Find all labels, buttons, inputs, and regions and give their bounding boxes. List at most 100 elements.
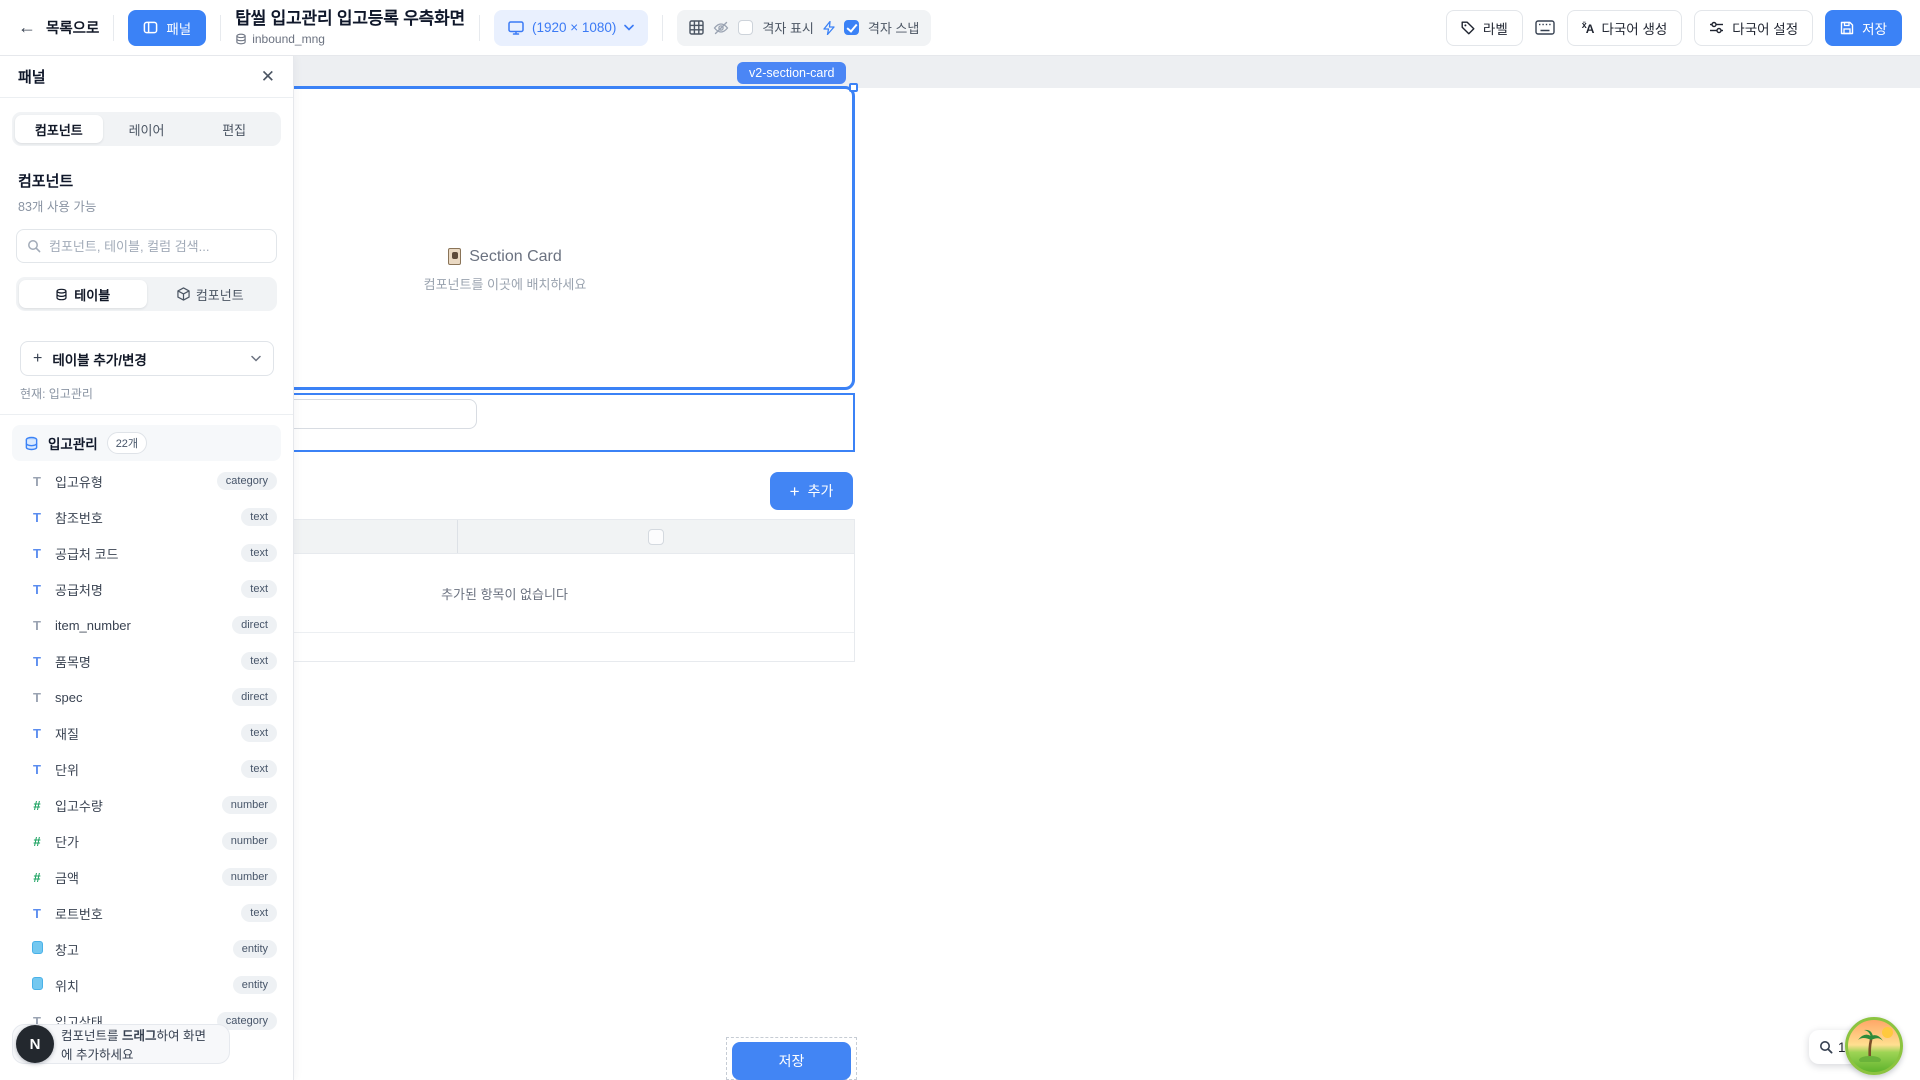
list-item-field[interactable]: T 공급처명 text xyxy=(0,571,293,607)
field-type-icon: T xyxy=(30,546,44,561)
add-change-table-dropdown[interactable]: + 테이블 추가/변경 xyxy=(20,341,274,376)
top-toolbar: ← 목록으로 패널 탑씰 입고관리 입고등록 우측화면 xyxy=(0,0,1920,56)
list-item-field[interactable]: T 단위 text xyxy=(0,751,293,787)
field-type-icon: T xyxy=(30,762,44,777)
list-item-field[interactable]: T 재질 text xyxy=(0,715,293,751)
field-type-badge: text xyxy=(241,904,277,922)
box-icon xyxy=(177,287,190,301)
field-type-icon: T xyxy=(30,654,44,669)
list-item-field[interactable]: # 단가 number xyxy=(0,823,293,859)
eye-off-icon xyxy=(713,21,729,35)
list-item-field[interactable]: 위치 entity xyxy=(0,967,293,1003)
field-type-badge: number xyxy=(222,868,277,886)
list-item-field[interactable]: T 로트번호 text xyxy=(0,895,293,931)
select-all-checkbox[interactable] xyxy=(648,529,664,545)
divider xyxy=(662,15,663,41)
canvas-save-button[interactable]: 저장 xyxy=(732,1042,851,1080)
field-type-icon: T xyxy=(30,690,44,705)
tab-edit[interactable]: 편집 xyxy=(190,115,278,143)
section-card-title: Section Card xyxy=(469,248,562,266)
chevron-down-icon xyxy=(251,355,261,362)
screen-designer-app: v2-section-card Section Card 컴포넌트를 이곳에 배… xyxy=(0,0,1920,1080)
field-label: 위치 xyxy=(55,976,79,995)
list-item-field[interactable]: 창고 entity xyxy=(0,931,293,967)
list-item-field[interactable]: T item_number direct xyxy=(0,607,293,643)
i18n-generate-label: 다국어 생성 xyxy=(1601,18,1667,38)
list-item-field[interactable]: T 품목명 text xyxy=(0,643,293,679)
field-type-badge: text xyxy=(241,652,277,670)
add-item-button[interactable]: + 추가 xyxy=(770,472,853,510)
field-type-icon: T xyxy=(30,582,44,597)
grid-snap-checkbox[interactable] xyxy=(844,20,859,35)
translate-icon: x̄A xyxy=(1582,20,1594,36)
i18n-generate-button[interactable]: x̄A 다국어 생성 xyxy=(1567,10,1683,46)
grid-show-checkbox[interactable] xyxy=(738,20,753,35)
selection-tag: v2-section-card xyxy=(737,62,846,84)
save-button-selection-outline: 저장 xyxy=(726,1037,857,1080)
field-type-icon: # xyxy=(30,870,44,885)
field-label: 단가 xyxy=(55,832,79,851)
components-section-title: 컴포넌트 xyxy=(18,170,275,191)
page-title: 탑씰 입고관리 입고등록 우측화면 xyxy=(235,9,465,29)
panel-toggle-button[interactable]: 패널 xyxy=(128,10,206,46)
close-icon[interactable]: ✕ xyxy=(261,68,275,85)
component-search[interactable] xyxy=(16,229,277,263)
list-item-field[interactable]: T 참조번호 text xyxy=(0,499,293,535)
resolution-selector[interactable]: (1920 × 1080) xyxy=(494,10,648,46)
field-list: T 입고유형 category T 참조번호 text T 공급처 코드 tex… xyxy=(0,463,293,1039)
field-label: 금액 xyxy=(55,868,79,887)
search-input[interactable] xyxy=(49,239,266,254)
i18n-settings-button[interactable]: 다국어 설정 xyxy=(1694,10,1813,46)
tab-layers[interactable]: 레이어 xyxy=(103,115,191,143)
save-button[interactable]: 저장 xyxy=(1825,10,1902,46)
field-type-badge: direct xyxy=(232,616,277,634)
field-type-icon: # xyxy=(30,798,44,813)
source-tab-components[interactable]: 컴포넌트 xyxy=(147,280,275,308)
search-icon xyxy=(27,239,41,253)
back-to-list-button[interactable]: ← 목록으로 xyxy=(18,17,99,38)
database-icon xyxy=(24,436,39,451)
field-type-badge: text xyxy=(241,544,277,562)
table-group-name: 입고관리 xyxy=(48,433,98,453)
current-table-label: 현재: 입고관리 xyxy=(20,385,273,402)
field-type-badge: number xyxy=(222,796,277,814)
list-item-field[interactable]: T spec direct xyxy=(0,679,293,715)
list-item-field[interactable]: T 입고유형 category xyxy=(0,463,293,499)
field-type-icon: T xyxy=(30,726,44,741)
field-label: 입고수량 xyxy=(55,796,103,815)
field-type-icon xyxy=(30,941,44,957)
source-tab-tables[interactable]: 테이블 xyxy=(19,280,147,308)
resize-handle[interactable] xyxy=(849,83,858,92)
keyboard-shortcuts-button[interactable] xyxy=(1535,20,1555,35)
plus-icon: + xyxy=(790,483,800,500)
field-type-icon: T xyxy=(30,906,44,921)
field-type-badge: text xyxy=(241,760,277,778)
panel-tabs: 컴포넌트 레이어 편집 xyxy=(12,112,281,146)
source-toggle: 테이블 컴포넌트 xyxy=(16,277,277,311)
lightning-icon xyxy=(823,21,835,35)
list-item-field[interactable]: # 금액 number xyxy=(0,859,293,895)
table-group-header[interactable]: 입고관리 22개 xyxy=(12,425,281,461)
bound-table-name: inbound_mng xyxy=(252,32,325,46)
save-icon xyxy=(1840,21,1854,35)
user-avatar[interactable]: N xyxy=(16,1025,54,1063)
field-label: 공급처명 xyxy=(55,580,103,599)
field-label: 입고유형 xyxy=(55,472,103,491)
divider xyxy=(113,15,114,41)
label-button[interactable]: 라벨 xyxy=(1446,10,1523,46)
list-item-field[interactable]: # 입고수량 number xyxy=(0,787,293,823)
list-item-field[interactable]: T 공급처 코드 text xyxy=(0,535,293,571)
chevron-down-icon xyxy=(624,24,634,31)
keyboard-icon xyxy=(1535,20,1555,35)
field-label: 로트번호 xyxy=(55,904,103,923)
field-label: spec xyxy=(55,690,82,705)
field-label: 공급처 코드 xyxy=(55,544,118,563)
tab-components[interactable]: 컴포넌트 xyxy=(15,115,103,143)
back-arrow-icon: ← xyxy=(18,17,36,38)
field-label: 창고 xyxy=(55,940,79,959)
components-count: 83개 사용 가능 xyxy=(18,196,275,215)
section-card-placeholder: Section Card 컴포넌트를 이곳에 배치하세요 xyxy=(424,248,587,293)
section-card-subtitle: 컴포넌트를 이곳에 배치하세요 xyxy=(424,274,587,293)
island-widget-icon[interactable] xyxy=(1845,1017,1903,1075)
plus-icon: + xyxy=(33,350,42,368)
